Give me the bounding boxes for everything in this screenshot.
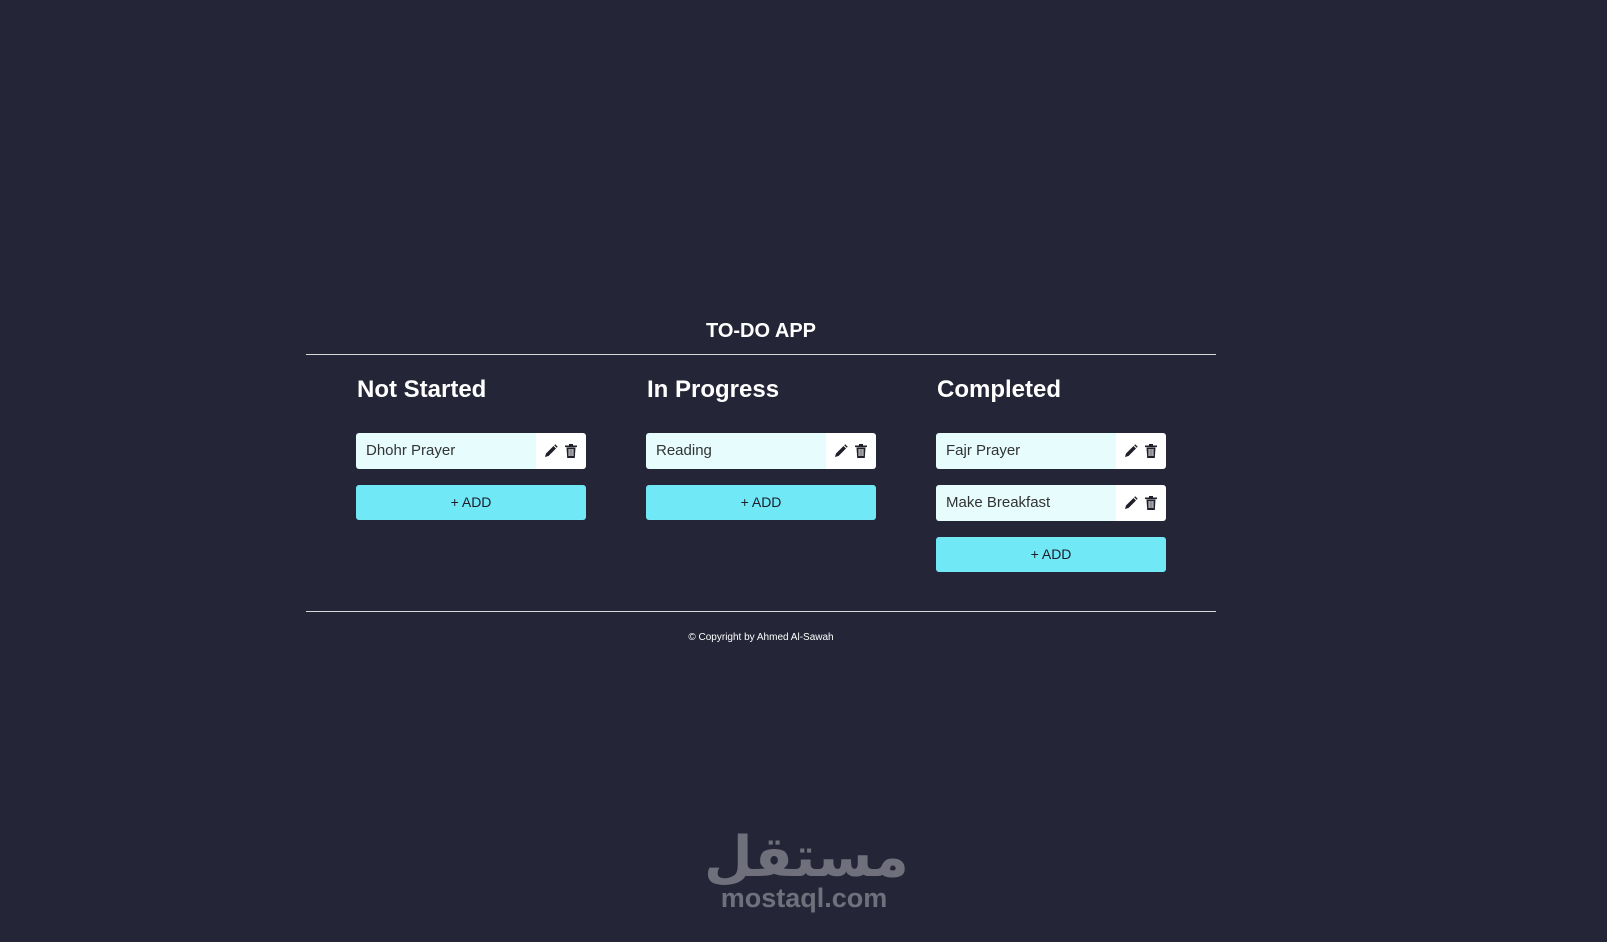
column-in-progress: In Progress Reading + ADD: [646, 355, 876, 611]
pencil-icon[interactable]: [833, 443, 849, 459]
task-item[interactable]: Make Breakfast: [936, 485, 1166, 521]
app-title: TO-DO APP: [705, 320, 816, 342]
pencil-icon[interactable]: [1123, 443, 1139, 459]
task-label: Make Breakfast: [936, 485, 1116, 521]
column-completed: Completed Fajr Prayer Make Breakfast + A…: [936, 355, 1166, 611]
column-not-started: Not Started Dhohr Prayer + ADD: [356, 355, 586, 611]
footer-copyright: © Copyright by Ahmed Al-Sawah: [688, 632, 834, 643]
trash-icon[interactable]: [563, 443, 579, 459]
trash-icon[interactable]: [1143, 443, 1159, 459]
pencil-icon[interactable]: [1123, 495, 1139, 511]
columns-board: Not Started Dhohr Prayer + ADD In Progre…: [306, 355, 1216, 611]
add-task-button[interactable]: + ADD: [646, 485, 876, 520]
pencil-icon[interactable]: [543, 443, 559, 459]
bottom-divider: [306, 611, 1216, 612]
column-title: Completed: [937, 376, 1062, 403]
add-task-button[interactable]: + ADD: [936, 537, 1166, 572]
watermark-latin: mostaql.com: [720, 883, 888, 913]
watermark-logo: مستقل mostaql.com: [704, 825, 909, 913]
task-actions: [826, 433, 876, 469]
trash-icon[interactable]: [853, 443, 869, 459]
task-label: Reading: [646, 433, 826, 469]
task-label: Fajr Prayer: [936, 433, 1116, 469]
add-task-button[interactable]: + ADD: [356, 485, 586, 520]
task-actions: [1116, 433, 1166, 469]
task-item[interactable]: Dhohr Prayer: [356, 433, 586, 469]
task-actions: [1116, 485, 1166, 521]
task-item[interactable]: Reading: [646, 433, 876, 469]
watermark-arabic: مستقل: [704, 825, 909, 890]
trash-icon[interactable]: [1143, 495, 1159, 511]
column-title: In Progress: [647, 376, 780, 403]
task-label: Dhohr Prayer: [356, 433, 536, 469]
column-title: Not Started: [357, 376, 487, 403]
task-item[interactable]: Fajr Prayer: [936, 433, 1166, 469]
task-actions: [536, 433, 586, 469]
todo-app: TO-DO APP Not Started Dhohr Prayer + ADD: [306, 316, 1216, 643]
